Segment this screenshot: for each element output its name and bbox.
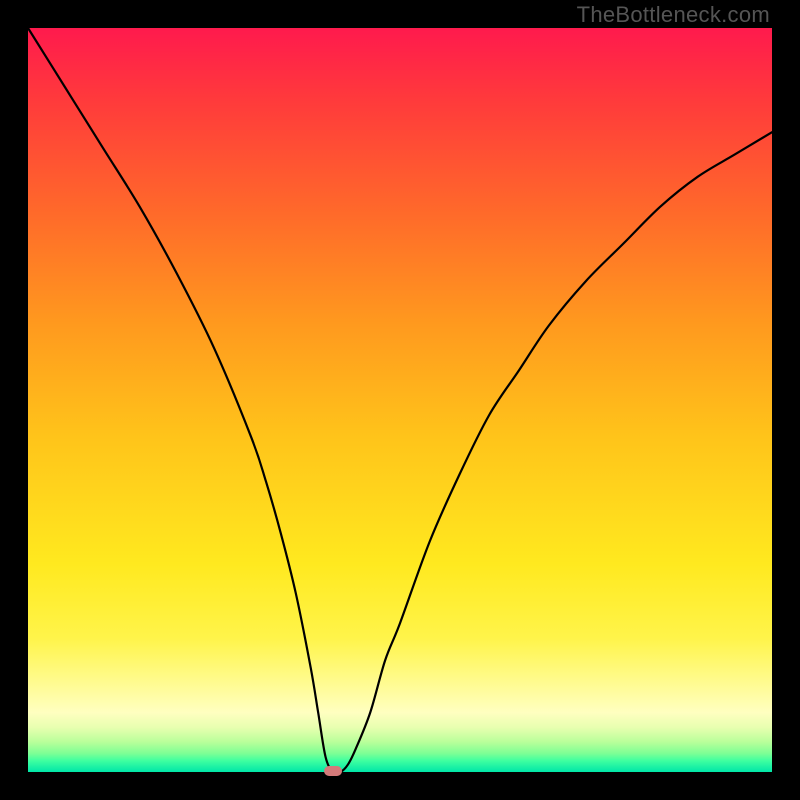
bottleneck-curve	[28, 28, 772, 773]
chart-frame: TheBottleneck.com	[0, 0, 800, 800]
bottleneck-marker	[324, 766, 342, 776]
curve-layer	[28, 28, 772, 772]
watermark-text: TheBottleneck.com	[577, 2, 770, 28]
plot-gradient-area	[28, 28, 772, 772]
